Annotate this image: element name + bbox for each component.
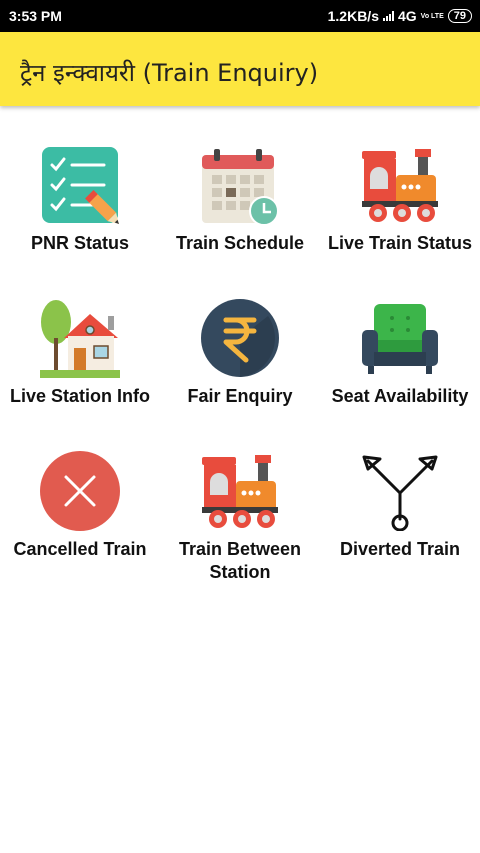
network-type: 4G (397, 8, 417, 24)
menu-item-label: Live Station Info (9, 386, 150, 406)
menu-item-train-schedule[interactable]: Train Schedule (160, 140, 320, 270)
menu-item-label: Cancelled Train (13, 539, 147, 559)
status-indicators: 1.2KB/s 4G Vo LTE 79 (328, 8, 472, 24)
menu-item-diverted-train[interactable]: Diverted Train (320, 446, 480, 596)
diverge-arrows-icon (362, 455, 438, 531)
menu-item-label: Fair Enquiry (187, 386, 293, 406)
menu-item-label: PNR Status (30, 233, 129, 253)
menu-item-cancelled-train[interactable]: Cancelled Train (0, 446, 160, 596)
menu-item-label: Diverted Train (339, 539, 461, 559)
menu-item-label: Train Schedule (175, 233, 305, 253)
battery-icon: 79 (447, 9, 472, 23)
signal-icon (382, 11, 394, 21)
volte-indicator: Vo LTE (420, 12, 444, 20)
armchair-icon (362, 304, 438, 374)
menu-item-live-station-info[interactable]: Live Station Info (0, 293, 160, 423)
rupee-icon (201, 299, 279, 377)
status-time: 3:53 PM (9, 8, 62, 24)
checklist-icon (42, 147, 119, 224)
page-title: ट्रैन इन्क्वायरी (Train Enquiry) (20, 59, 319, 87)
menu-item-pnr-status[interactable]: PNR Status (0, 140, 160, 270)
menu-item-fair-enquiry[interactable]: Fair Enquiry (160, 293, 320, 423)
locomotive-icon (362, 149, 438, 222)
menu-item-train-between-station[interactable]: Train Between Station (160, 446, 320, 596)
menu-item-label: Live Train Status (327, 233, 473, 253)
cancel-icon (40, 451, 120, 531)
menu-item-seat-availability[interactable]: Seat Availability (320, 293, 480, 423)
menu-item-label: Seat Availability (331, 386, 469, 406)
house-tree-icon (40, 300, 120, 378)
calendar-clock-icon (202, 149, 279, 225)
network-speed: 1.2KB/s (327, 8, 379, 24)
menu-item-label: Train Between Station (178, 539, 302, 582)
locomotive-icon (202, 455, 278, 528)
status-bar: 3:53 PM 1.2KB/s 4G Vo LTE 79 (0, 0, 480, 32)
menu-item-live-train-status[interactable]: Live Train Status (320, 140, 480, 270)
app-bar: ट्रैन इन्क्वायरी (Train Enquiry) (0, 32, 480, 106)
battery-level: 79 (453, 10, 466, 22)
